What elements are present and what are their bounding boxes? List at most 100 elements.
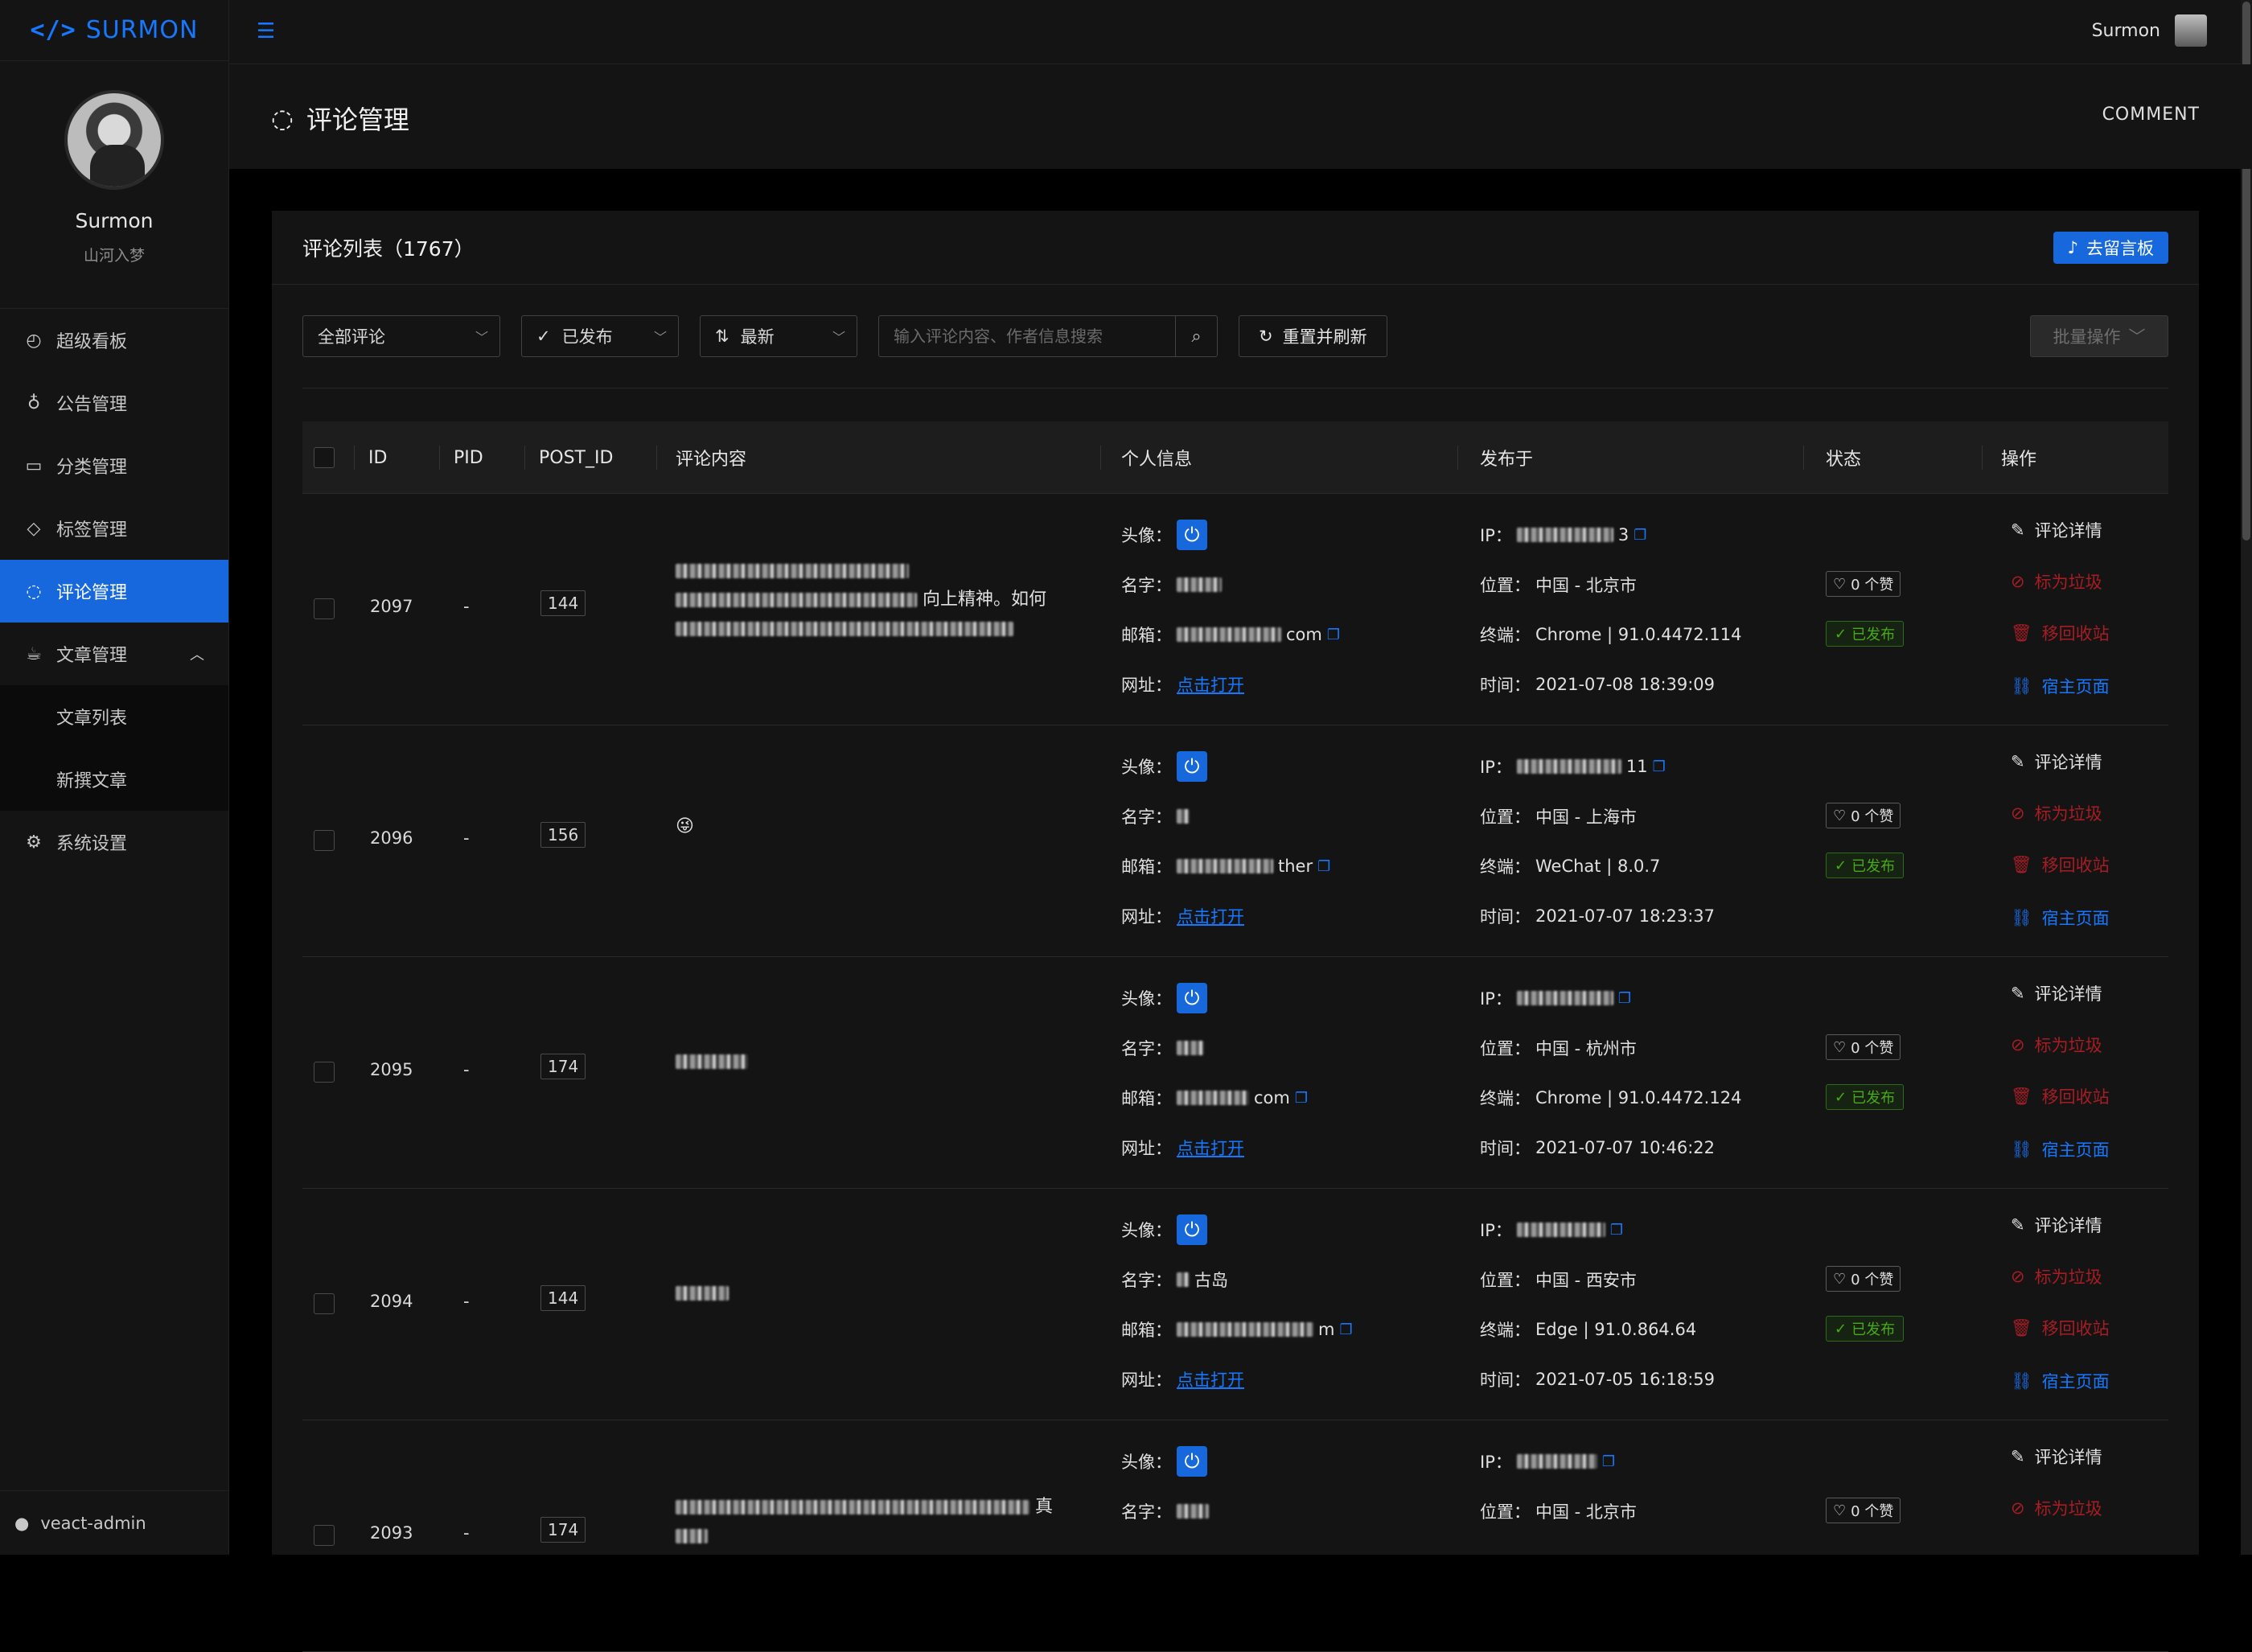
folder-icon: ▭ [25, 455, 43, 476]
host-page-button[interactable]: ⛓ 宿主页面 [2011, 1369, 2110, 1393]
trash-button[interactable]: 🗑 移回收站 [2011, 621, 2110, 645]
sort-select[interactable]: ⇅ 最新 ﹀ [700, 315, 857, 357]
detail-button[interactable]: ✎ 评论详情 [2011, 981, 2102, 1005]
spam-button[interactable]: ⊘ 标为垃圾 [2011, 1496, 2102, 1520]
email-label: 邮箱： [1121, 857, 1172, 877]
status-select[interactable]: ✓ 已发布 ﹀ [521, 315, 679, 357]
row-actions: ✎ 评论详情 ⊘ 标为垃圾 🗑 移回收站 ⛓ 宿主页面 [2011, 494, 2164, 725]
row-checkbox[interactable] [314, 1062, 335, 1083]
spam-button[interactable]: ⊘ 标为垃圾 [2011, 1033, 2102, 1057]
host-page-button[interactable]: ⛓ 宿主页面 [2011, 674, 2110, 698]
sidebar-item-label: 文章管理 [56, 646, 128, 666]
row-post-id[interactable]: 174 [540, 1054, 586, 1079]
copy-icon[interactable]: ❐ [1327, 627, 1340, 643]
menu-fold-icon[interactable]: ☰ [257, 19, 275, 43]
trash-button[interactable]: 🗑 移回收站 [2011, 853, 2110, 877]
header-username: Surmon [2091, 20, 2160, 41]
search-icon[interactable]: ⌕ [1175, 316, 1217, 356]
site-link[interactable]: 点击打开 [1177, 672, 1244, 697]
spam-button[interactable]: ⊘ 标为垃圾 [2011, 1264, 2102, 1288]
select-all-checkbox[interactable] [314, 447, 335, 468]
detail-button[interactable]: ✎ 评论详情 [2011, 750, 2102, 774]
row-post-id[interactable]: 144 [540, 590, 586, 616]
search-input[interactable] [879, 316, 1175, 356]
reset-refresh-button[interactable]: ↻ 重置并刷新 [1239, 315, 1387, 357]
header-user-menu[interactable]: Surmon [2092, 14, 2207, 47]
detail-button[interactable]: ✎ 评论详情 [2011, 518, 2102, 542]
delete-icon: 🗑 [2011, 1086, 2032, 1106]
sidebar-item-category[interactable]: ▭ 分类管理 [0, 434, 228, 497]
spam-button[interactable]: ⊘ 标为垃圾 [2011, 801, 2102, 825]
copy-icon[interactable]: ❐ [1602, 1453, 1615, 1470]
location-value: 中国 - 北京市 [1535, 576, 1637, 595]
sidebar-item-dashboard[interactable]: ◴ 超级看板 [0, 309, 228, 372]
author-info: 头像： ⏻ 名字： [1121, 1420, 1443, 1652]
edit-icon: ✎ [2011, 752, 2025, 771]
publish-info: IP： ❐ 位置： 中国 - 北京市 [1480, 1420, 1802, 1652]
row-checkbox[interactable] [314, 598, 335, 619]
sidebar-item-label: 评论管理 [56, 583, 128, 603]
sidebar-item-article-new[interactable]: 新撰文章 [0, 748, 228, 811]
author-info: 头像： ⏻ 名字： 邮箱： com ❐ 网址： 点击打开 [1121, 494, 1443, 725]
comment-icon: ◌ [271, 103, 294, 134]
col-post-id[interactable]: POST_ID [524, 421, 613, 494]
host-page-button[interactable]: ⛓ 宿主页面 [2011, 1137, 2110, 1161]
copy-icon[interactable]: ❐ [1295, 1090, 1308, 1107]
sidebar-item-settings[interactable]: ⚙ 系统设置 [0, 811, 228, 873]
table-row: 2094 - 144 头像： ⏻ 名字： 古岛 邮箱： m ❐ 网址： 点击打开 IP： ❐… [302, 1189, 2168, 1420]
trash-button[interactable]: 🗑 移回收站 [2011, 1084, 2110, 1108]
sidebar-item-article-list[interactable]: 文章列表 [0, 685, 228, 748]
sidebar-item-article[interactable]: ☕ 文章管理 ︿ [0, 623, 228, 685]
row-checkbox[interactable] [314, 1293, 335, 1314]
table-row: 2097 - 144 向上精神。如何 头像： ⏻ 名字： 邮箱： com ❐ 网址： 点… [302, 494, 2168, 725]
col-status: 状态 [1803, 421, 1861, 494]
site-link[interactable]: 点击打开 [1177, 1367, 1244, 1391]
copy-icon[interactable]: ❐ [1653, 758, 1666, 775]
site-link[interactable]: 点击打开 [1177, 904, 1244, 928]
check-icon: ✓ [1835, 1320, 1847, 1338]
copy-icon[interactable]: ❐ [1610, 1222, 1623, 1239]
row-post-id[interactable]: 144 [540, 1285, 586, 1311]
heart-icon: ♡ [1833, 1270, 1847, 1288]
spam-button[interactable]: ⊘ 标为垃圾 [2011, 569, 2102, 594]
author-info: 头像： ⏻ 名字： 邮箱： ther ❐ 网址： 点击打开 [1121, 725, 1443, 957]
comment-type-select[interactable]: 全部评论 ﹀ [302, 315, 500, 357]
row-post-id[interactable]: 156 [540, 822, 586, 848]
copy-icon[interactable]: ❐ [1618, 990, 1631, 1007]
app-logo[interactable]: </> SURMON [0, 0, 228, 61]
table-header: ID PID POST_ID 评论内容 个人信息 发布于 状态 操作 [302, 421, 2168, 494]
sidebar-item-comment[interactable]: ◌ 评论管理 [0, 560, 228, 623]
detail-button[interactable]: ✎ 评论详情 [2011, 1213, 2102, 1237]
guestbook-button[interactable]: ♪ 去留言板 [2053, 231, 2168, 264]
col-actions: 操作 [1982, 421, 2036, 494]
col-pid[interactable]: PID [439, 421, 483, 494]
page-scrollbar[interactable] [2241, 0, 2252, 1555]
link-icon: ⛓ [2011, 676, 2032, 696]
location-value: 中国 - 杭州市 [1535, 1039, 1637, 1058]
copy-icon[interactable]: ❐ [1634, 527, 1646, 544]
power-avatar-icon: ⏻ [1177, 1446, 1207, 1477]
trash-button[interactable]: 🗑 移回收站 [2011, 1316, 2110, 1340]
batch-action-label: 批量操作 [2053, 327, 2121, 347]
row-checkbox[interactable] [314, 830, 335, 851]
copy-icon[interactable]: ❐ [1339, 1321, 1352, 1338]
col-id[interactable]: ID [354, 421, 387, 494]
row-checkbox[interactable] [314, 1525, 335, 1546]
row-actions: ✎ 评论详情 ⊘ 标为垃圾 [2011, 1420, 2164, 1652]
publish-info: IP： 3 ❐ 位置： 中国 - 北京市 终端： Chrome | 91.0.4472.… [1480, 494, 1802, 725]
copy-icon[interactable]: ❐ [1317, 858, 1330, 875]
delete-icon: 🗑 [2011, 623, 2032, 643]
github-link[interactable]: ● veact-admin [0, 1490, 229, 1555]
sidebar-item-tag[interactable]: ◇ 标签管理 [0, 497, 228, 560]
power-avatar-icon: ⏻ [1177, 1214, 1207, 1245]
sidebar-item-announcement[interactable]: ♁ 公告管理 [0, 372, 228, 434]
row-content [676, 1047, 1094, 1076]
detail-button[interactable]: ✎ 评论详情 [2011, 1444, 2102, 1469]
detail-label: 评论详情 [2034, 521, 2102, 540]
host-page-button[interactable]: ⛓ 宿主页面 [2011, 906, 2110, 930]
site-link[interactable]: 点击打开 [1177, 1136, 1244, 1160]
row-post-id[interactable]: 174 [540, 1517, 586, 1543]
batch-action-button[interactable]: 批量操作 ﹀ [2030, 315, 2168, 357]
terminal-value: Chrome | 91.0.4472.114 [1535, 625, 1742, 644]
location-value: 中国 - 上海市 [1535, 808, 1637, 827]
